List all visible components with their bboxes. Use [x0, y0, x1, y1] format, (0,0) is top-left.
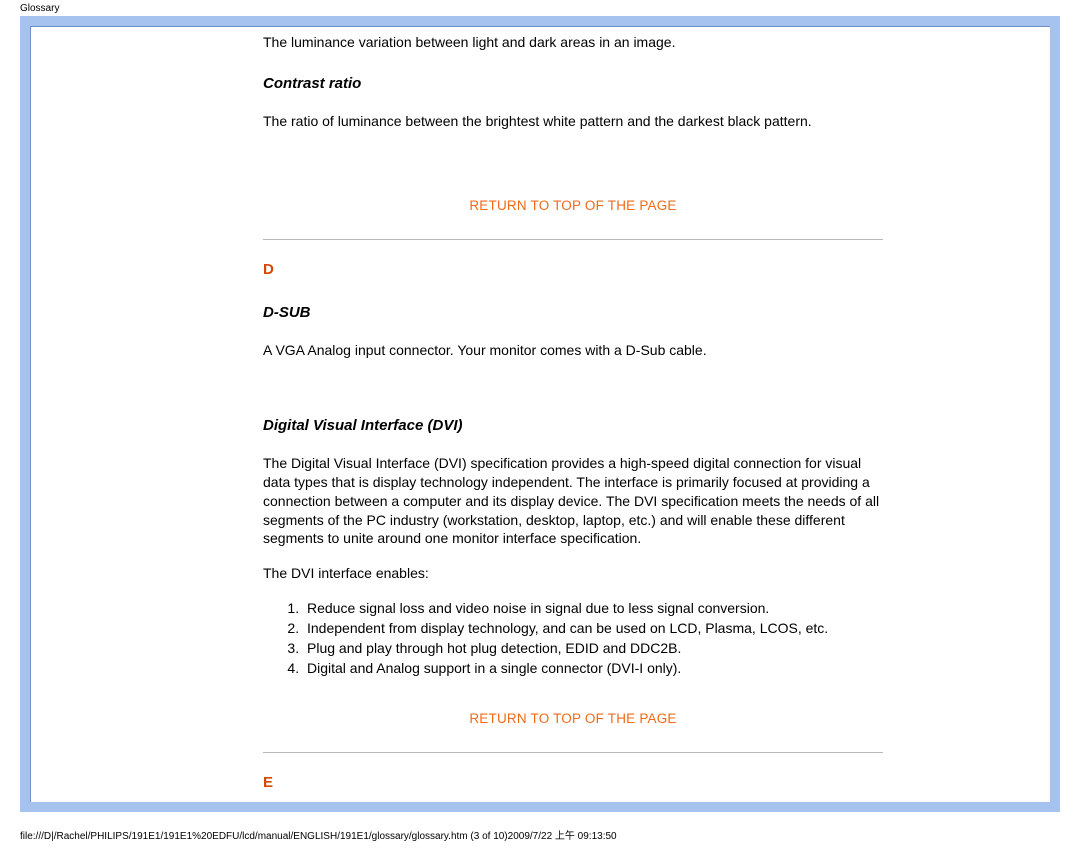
- text-dvi-enables: The DVI interface enables:: [263, 564, 883, 583]
- divider: [263, 752, 883, 753]
- text-dsub: A VGA Analog input connector. Your monit…: [263, 341, 883, 360]
- dvi-list: Reduce signal loss and video noise in si…: [303, 599, 883, 678]
- heading-dsub: D-SUB: [263, 303, 883, 323]
- heading-contrast-ratio: Contrast ratio: [263, 74, 883, 94]
- glossary-content: The luminance variation between light an…: [263, 27, 883, 802]
- list-item: Digital and Analog support in a single c…: [303, 659, 883, 678]
- section-letter-e: E: [263, 773, 883, 793]
- divider: [263, 239, 883, 240]
- text-contrast-ratio: The ratio of luminance between the brigh…: [263, 112, 883, 131]
- section-letter-d: D: [263, 260, 883, 280]
- return-to-top-link[interactable]: RETURN TO TOP OF THE PAGE: [263, 197, 883, 215]
- list-item: Independent from display technology, and…: [303, 619, 883, 638]
- footer-path: file:///D|/Rachel/PHILIPS/191E1/191E1%20…: [20, 827, 617, 842]
- return-to-top-link[interactable]: RETURN TO TOP OF THE PAGE: [263, 710, 883, 728]
- outer-frame: The luminance variation between light an…: [20, 16, 1060, 812]
- page-title: Glossary: [0, 0, 1080, 15]
- heading-dvi: Digital Visual Interface (DVI): [263, 416, 883, 436]
- inner-frame: The luminance variation between light an…: [30, 26, 1050, 802]
- text-dvi: The Digital Visual Interface (DVI) speci…: [263, 454, 883, 548]
- list-item: Plug and play through hot plug detection…: [303, 639, 883, 658]
- list-item: Reduce signal loss and video noise in si…: [303, 599, 883, 618]
- intro-paragraph: The luminance variation between light an…: [263, 33, 883, 52]
